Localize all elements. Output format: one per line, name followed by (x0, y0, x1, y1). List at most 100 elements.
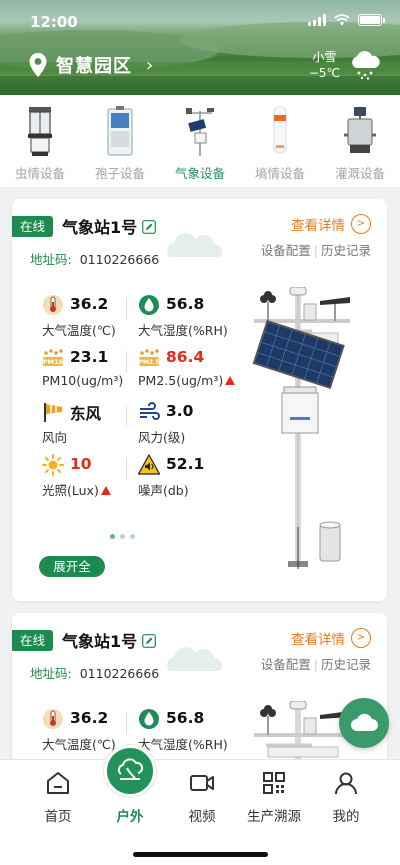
metric-value: 36.2 (70, 709, 109, 727)
location-name: 智慧园区 (56, 56, 132, 77)
nav-profile[interactable]: 我的 (306, 770, 386, 825)
status-bar: 12:00 (0, 0, 400, 44)
edit-icon[interactable] (142, 634, 156, 648)
soil-sensor-icon (273, 106, 287, 154)
humidity-drop-icon (139, 709, 159, 729)
view-details-link[interactable]: 查看详情 > (291, 214, 371, 234)
metric-value: 东风 (70, 405, 102, 423)
noise-icon (138, 454, 160, 475)
weather-condition: 小雪 (312, 50, 337, 64)
header: 12:00 智慧园区 › 小雪 −5℃ (0, 0, 400, 95)
nav-traceability[interactable]: 生产溯源 (234, 770, 314, 825)
edit-icon[interactable] (142, 220, 156, 234)
metric-label: 大气温度(℃) (42, 737, 116, 752)
tab-soil-device[interactable]: 墒情设备 (240, 95, 320, 187)
wind-vane-icon (44, 403, 62, 422)
nav-label: 首页 (44, 809, 72, 825)
cloud-decoration-icon (167, 233, 223, 257)
svg-text:PM10: PM10 (43, 358, 64, 366)
metric-air-temperature: 36.2 大气温度(℃) (42, 294, 142, 338)
nav-label: 我的 (332, 809, 360, 825)
chevron-right-icon: › (146, 54, 154, 76)
status-badge: 在线 (12, 216, 53, 237)
address-value: 0110226666 (79, 666, 160, 681)
device-name: 气象站1号 (62, 632, 138, 651)
address-value: 0110226666 (79, 252, 160, 267)
pm25-icon: PM2.5 (139, 349, 160, 366)
home-icon (47, 772, 69, 794)
metric-wind-force: 3.0 风力(级) (138, 401, 238, 445)
metric-value: 56.8 (166, 709, 205, 727)
history-link[interactable]: 历史记录 (321, 243, 371, 258)
bottom-navigation: 首页 户外 视频 生产溯源 我的 (0, 745, 400, 865)
device-config-link[interactable]: 设备配置 (261, 657, 311, 672)
wifi-icon (334, 14, 350, 26)
metric-pm25: PM2.5 86.4 PM2.5(ug/m³) (138, 347, 238, 391)
video-icon (190, 775, 214, 791)
outdoor-icon (117, 758, 144, 780)
metric-value: 52.1 (166, 455, 205, 473)
qr-code-icon (263, 772, 285, 794)
battery-icon (358, 14, 385, 26)
metric-label-row: PM2.5(ug/m³) (138, 373, 236, 388)
nav-home[interactable]: 首页 (18, 770, 98, 825)
wind-icon (140, 402, 160, 420)
expand-all-button[interactable]: 展开全 (39, 556, 105, 577)
tab-label: 气象设备 (174, 166, 225, 181)
location-selector[interactable]: 智慧园区 › (28, 52, 153, 78)
metric-label: 噪声(db) (138, 483, 189, 498)
thermometer-icon (43, 295, 63, 315)
device-list[interactable]: 在线 气象站1号 查看详情 > 设备配置 | 历史记录 地址码: 0110226666… (0, 187, 400, 759)
address-label: 地址码: (30, 666, 72, 681)
arrow-right-icon: > (351, 628, 371, 648)
metric-label: PM10(ug/m³) (42, 373, 124, 388)
history-link[interactable]: 历史记录 (321, 657, 371, 672)
weather-float-button[interactable] (339, 698, 389, 748)
device-card[interactable]: 在线 气象站1号 查看详情 > 设备配置 | 历史记录 地址码: 0110226666… (12, 199, 387, 601)
nav-video[interactable]: 视频 (162, 770, 242, 825)
weather-widget[interactable]: 小雪 −5℃ (309, 49, 382, 81)
cellular-signal-icon (308, 14, 326, 26)
insect-trap-icon (28, 107, 52, 156)
metric-label: 光照(Lux) (42, 483, 99, 498)
tab-label: 孢子设备 (94, 166, 145, 181)
metric-label: 大气温度(℃) (42, 323, 116, 338)
metric-value: 10 (70, 455, 92, 473)
metric-label: 大气湿度(%RH) (138, 323, 228, 338)
snow-cloud-icon (352, 51, 380, 80)
status-time: 12:00 (30, 13, 78, 31)
home-indicator (133, 852, 268, 857)
user-icon (335, 772, 357, 795)
device-type-tabs: 虫情设备 孢子设备 气象设备 墒情设备 灌溉设备 (0, 95, 400, 187)
humidity-drop-icon (139, 295, 159, 315)
pm10-icon: PM10 (43, 349, 64, 366)
metric-label: PM2.5(ug/m³) (138, 373, 224, 388)
card-sub-links: 设备配置 | 历史记录 (260, 657, 371, 672)
weather-station-illustration (252, 287, 350, 569)
irrigation-icon (344, 107, 376, 153)
metric-pm10: PM10 23.1 PM10(ug/m³) (42, 347, 142, 391)
metric-label-row: 光照(Lux) (42, 480, 111, 499)
device-card[interactable]: 在线 气象站1号 查看详情 > 设备配置 | 历史记录 地址码: 0110226666… (12, 613, 387, 759)
tab-insect-device[interactable]: 虫情设备 (0, 95, 80, 187)
carousel-indicator[interactable] (110, 534, 135, 539)
status-badge: 在线 (12, 630, 53, 651)
metric-noise: 52.1 噪声(db) (138, 454, 238, 498)
view-details-link[interactable]: 查看详情 > (291, 628, 371, 648)
svg-text:PM2.5: PM2.5 (139, 359, 160, 366)
metric-air-humidity: 56.8 大气湿度(%RH) (138, 708, 238, 752)
tab-weather-device[interactable]: 气象设备 (160, 95, 240, 187)
tab-irrigation-device[interactable]: 灌溉设备 (320, 95, 400, 187)
location-pin-icon (29, 53, 47, 77)
tab-spore-device[interactable]: 孢子设备 (80, 95, 160, 187)
outdoor-center-button[interactable] (104, 745, 156, 797)
spore-trap-icon (107, 106, 133, 156)
nav-label: 视频 (188, 809, 216, 825)
device-config-link[interactable]: 设备配置 (261, 243, 311, 258)
metric-label: 风向 (42, 430, 68, 445)
sun-icon (42, 454, 64, 476)
weather-station-icon (186, 108, 214, 156)
metric-value: 23.1 (70, 348, 109, 366)
address-row: 地址码: 0110226666 (30, 249, 159, 268)
tab-label: 虫情设备 (14, 166, 65, 181)
